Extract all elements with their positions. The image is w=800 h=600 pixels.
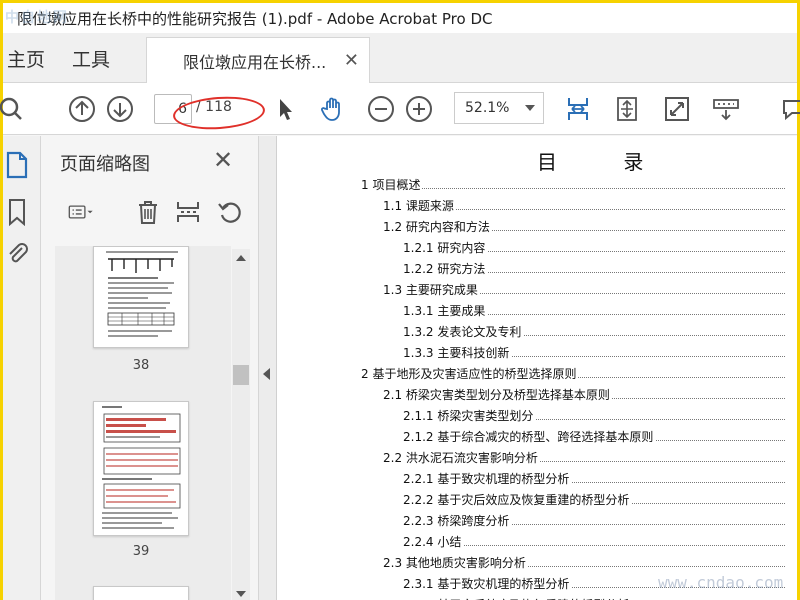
main-toolbar [0, 83, 800, 135]
toc-entry[interactable]: 2.2.1 基于致灾机理的桥型分析 [403, 470, 785, 490]
scroll-up-icon[interactable] [236, 255, 246, 261]
toc-entry-label: 2.2.4 小结 [403, 535, 464, 549]
toc-entry[interactable]: 2 基于地形及灾害适应性的桥型选择原则 [361, 365, 785, 385]
hand-tool-icon[interactable] [315, 91, 351, 127]
thumbnail-list: 38 39 [55, 246, 231, 600]
options-menu-icon[interactable] [61, 197, 101, 227]
page-thumbnail-40[interactable] [93, 586, 189, 600]
page-thumbnail-39[interactable] [93, 401, 189, 536]
toc-entry-label: 2.3 其他地质灾害影响分析 [383, 556, 528, 570]
extract-pages-icon[interactable] [173, 197, 203, 227]
tab-document[interactable]: 限位墩应用在长桥... ✕ [146, 37, 370, 83]
toc-entry[interactable]: 2.2.3 桥梁跨度分析 [403, 512, 785, 532]
thumbnail-page-number: 38 [132, 358, 150, 373]
toc-entry[interactable]: 1 项目概述 [361, 176, 785, 196]
scroll-down-icon[interactable] [236, 591, 246, 597]
toc-entry-label: 1.2.1 研究内容 [403, 241, 488, 255]
zoom-out-icon[interactable] [363, 91, 399, 127]
toc-leader-dots [361, 188, 785, 189]
full-screen-icon[interactable] [659, 91, 695, 127]
toc-entry-label: 2.1 桥梁灾害类型划分及桥型选择基本原则 [383, 388, 612, 402]
toc-entry[interactable]: 1.2 研究内容和方法 [383, 218, 785, 238]
toc-entry-label: 2 基于地形及灾害适应性的桥型选择原则 [361, 367, 579, 381]
left-nav-rail [3, 136, 41, 600]
toc-entry[interactable]: 2.1.2 基于综合减灾的桥型、跨径选择基本原则 [403, 428, 785, 448]
toc-entry[interactable]: 2.3.2 基于灾后效应及恢复重建的桥型分析 [403, 596, 785, 600]
zoom-in-icon[interactable] [401, 91, 437, 127]
toc-entry[interactable]: 2.1 桥梁灾害类型划分及桥型选择基本原则 [383, 386, 785, 406]
toc-entry[interactable]: 2.1.1 桥梁灾害类型划分 [403, 407, 785, 427]
zoom-select[interactable]: 52.1% [454, 92, 544, 124]
scroll-mode-icon[interactable] [609, 91, 645, 127]
zoom-value: 52.1% [465, 100, 510, 116]
toc-entry-label: 1.3.2 发表论文及专利 [403, 325, 524, 339]
tab-tools[interactable]: 工具 [72, 45, 110, 72]
toc-entry-label: 2.3.1 基于致灾机理的桥型分析 [403, 577, 572, 591]
page-thumbnails-nav-icon[interactable] [5, 150, 29, 180]
rotate-icon[interactable] [215, 197, 245, 227]
toc-entry-label: 2.1.2 基于综合减灾的桥型、跨径选择基本原则 [403, 430, 656, 444]
toc-entry[interactable]: 1.3.1 主要成果 [403, 302, 785, 322]
window-titlebar: 限位墩应用在长桥中的性能研究报告 (1).pdf - Adobe Acrobat… [3, 3, 797, 33]
previous-page-icon[interactable] [64, 91, 100, 127]
next-page-icon[interactable] [102, 91, 138, 127]
document-view[interactable]: 目 录 1 项目概述 1.1 课题来源 1.2 研究内容和方法 1.2.1 研究内容 1… [277, 136, 797, 600]
page-thumbnail-38[interactable] [93, 246, 189, 348]
toc-title: 目 录 [537, 150, 674, 174]
toc-entry[interactable]: 2.2.2 基于灾后效应及恢复重建的桥型分析 [403, 491, 785, 511]
thumbnail-scrollbar[interactable] [232, 249, 250, 600]
toc-entry[interactable]: 1.2.1 研究内容 [403, 239, 785, 259]
fit-page-icon[interactable] [560, 91, 596, 127]
panel-title: 页面缩略图 [60, 154, 150, 175]
toc-entry[interactable]: 1.3.3 主要科技创新 [403, 344, 785, 364]
toc-entry[interactable]: 1.3.2 发表论文及专利 [403, 323, 785, 343]
toc-entry-label: 1.2 研究内容和方法 [383, 220, 492, 234]
watermark-top-left: 中自地网 [5, 10, 69, 26]
toc-entry-label: 1 项目概述 [361, 178, 423, 192]
watermark-bottom-right: www.cndao.com [658, 573, 784, 592]
attachment-nav-icon[interactable] [5, 238, 29, 268]
scrollbar-thumb[interactable] [233, 365, 249, 385]
toc-entry[interactable]: 1.1 课题来源 [383, 197, 785, 217]
toc-entry-label: 2.2.2 基于灾后效应及恢复重建的桥型分析 [403, 493, 632, 507]
thumbnail-page-number: 39 [132, 544, 150, 559]
window-title: 限位墩应用在长桥中的性能研究报告 (1).pdf - Adobe Acrobat… [17, 9, 493, 28]
close-icon[interactable]: ✕ [213, 146, 233, 174]
toc-entry-label: 1.3.1 主要成果 [403, 304, 488, 318]
toc-entry[interactable]: 2.2.4 小结 [403, 533, 785, 553]
bookmark-nav-icon[interactable] [5, 198, 29, 227]
toc-entry[interactable]: 1.2.2 研究方法 [403, 260, 785, 280]
toc-entry[interactable]: 2.2 洪水泥石流灾害影响分析 [383, 449, 785, 469]
tab-bar: 主页 工具 限位墩应用在长桥... ✕ [3, 33, 797, 83]
panel-toolbar [41, 191, 259, 237]
delete-icon[interactable] [133, 197, 163, 227]
chevron-left-icon [263, 368, 270, 380]
toc-entry[interactable]: 2.3 其他地质灾害影响分析 [383, 554, 785, 574]
toc-entry[interactable]: 1.3 主要研究成果 [383, 281, 785, 301]
toc-entry-label: 1.3 主要研究成果 [383, 283, 480, 297]
select-cursor-icon[interactable] [267, 91, 303, 127]
toc-entry-label: 1.3.3 主要科技创新 [403, 346, 512, 360]
page-thumbnails-panel: 页面缩略图 ✕ 38 39 [41, 136, 259, 600]
toc-entry-label: 2.2 洪水泥石流灾害影响分析 [383, 451, 540, 465]
toc-entry-label: 1.1 课题来源 [383, 199, 456, 213]
toc-entry-label: 2.2.3 桥梁跨度分析 [403, 514, 512, 528]
toc-entry-label: 2.2.1 基于致灾机理的桥型分析 [403, 472, 572, 486]
chevron-down-icon [525, 105, 535, 111]
search-icon[interactable] [0, 91, 31, 127]
tab-document-label: 限位墩应用在长桥... [183, 52, 327, 72]
comment-icon[interactable] [776, 91, 800, 127]
tab-close-icon[interactable]: ✕ [344, 50, 359, 71]
panel-collapse-handle[interactable] [259, 136, 277, 600]
read-mode-icon[interactable] [708, 91, 744, 127]
tab-home[interactable]: 主页 [7, 45, 45, 72]
toc-entry-label: 2.1.1 桥梁灾害类型划分 [403, 409, 536, 423]
toc-entry-label: 1.2.2 研究方法 [403, 262, 488, 276]
